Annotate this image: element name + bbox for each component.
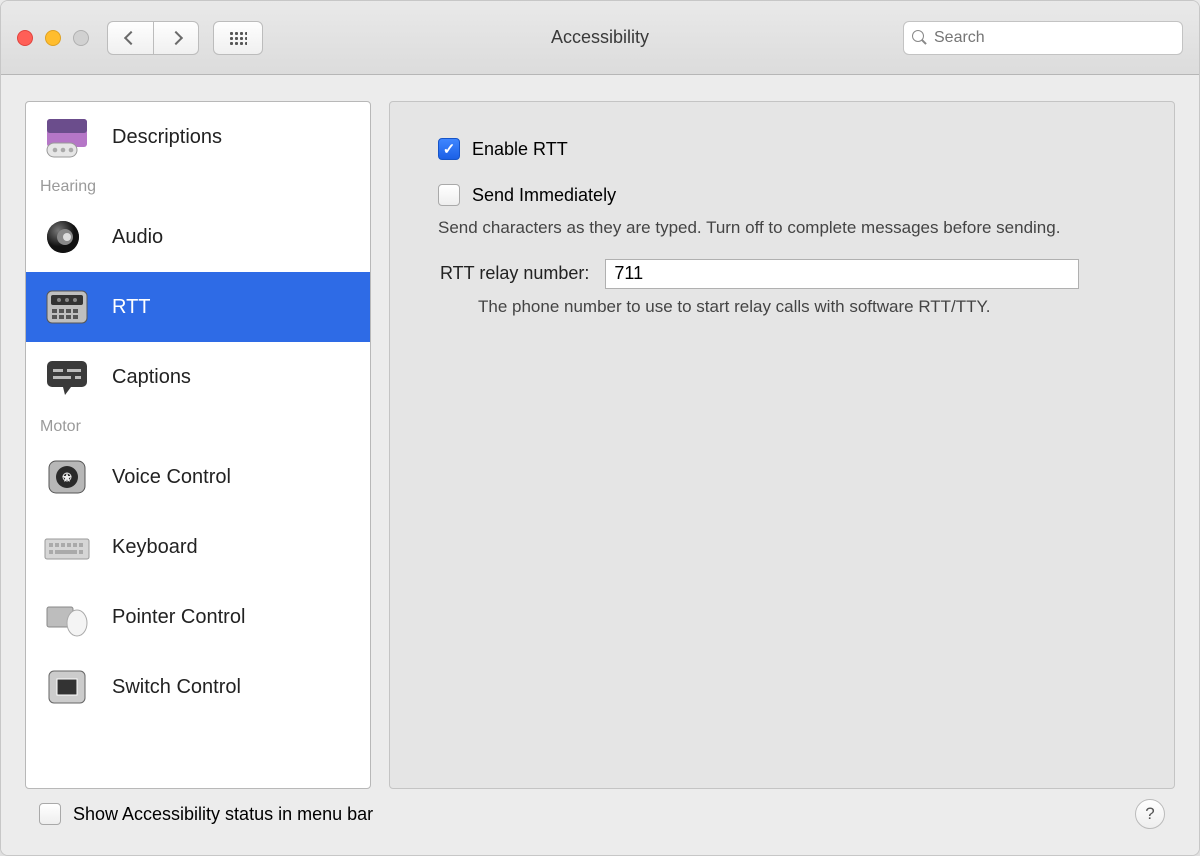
sidebar[interactable]: Descriptions Hearing Audio RTT bbox=[25, 101, 371, 789]
titlebar: Accessibility bbox=[1, 1, 1199, 75]
show-status-row: Show Accessibility status in menu bar bbox=[39, 803, 373, 825]
enable-rtt-row: Enable RTT bbox=[438, 138, 1126, 160]
sidebar-item-label: Captions bbox=[112, 366, 191, 389]
section-hearing: Hearing bbox=[26, 172, 370, 202]
footer: Show Accessibility status in menu bar ? bbox=[25, 789, 1175, 843]
sidebar-item-rtt[interactable]: RTT bbox=[26, 272, 370, 342]
help-button[interactable]: ? bbox=[1135, 799, 1165, 829]
sidebar-item-descriptions[interactable]: Descriptions bbox=[26, 102, 370, 172]
sidebar-item-label: Pointer Control bbox=[112, 606, 245, 629]
chevron-left-icon bbox=[123, 30, 137, 44]
sidebar-item-label: Audio bbox=[112, 226, 163, 249]
relay-number-input[interactable] bbox=[605, 259, 1079, 289]
sidebar-item-switch-control[interactable]: Switch Control bbox=[26, 652, 370, 722]
sidebar-item-label: Switch Control bbox=[112, 676, 241, 699]
show-status-label: Show Accessibility status in menu bar bbox=[73, 804, 373, 825]
forward-button[interactable] bbox=[153, 21, 199, 55]
pointer-control-icon bbox=[40, 594, 94, 640]
zoom-window-button[interactable] bbox=[73, 30, 89, 46]
enable-rtt-label: Enable RTT bbox=[472, 139, 568, 160]
switch-control-icon bbox=[40, 664, 94, 710]
minimize-window-button[interactable] bbox=[45, 30, 61, 46]
chevron-right-icon bbox=[169, 30, 183, 44]
search-input[interactable] bbox=[934, 29, 1174, 47]
send-immediately-description: Send characters as they are typed. Turn … bbox=[438, 216, 1078, 241]
search-field[interactable] bbox=[903, 21, 1183, 55]
sidebar-item-label: Keyboard bbox=[112, 536, 198, 559]
accessibility-window: Accessibility Descriptions Hearing bbox=[0, 0, 1200, 856]
sidebar-item-pointer-control[interactable]: Pointer Control bbox=[26, 582, 370, 652]
rtt-icon bbox=[40, 284, 94, 330]
sidebar-item-label: Voice Control bbox=[112, 466, 231, 489]
panels: Descriptions Hearing Audio RTT bbox=[25, 101, 1175, 789]
sidebar-item-captions[interactable]: Captions bbox=[26, 342, 370, 412]
traffic-lights bbox=[17, 30, 89, 46]
audio-icon bbox=[40, 214, 94, 260]
keyboard-icon bbox=[40, 524, 94, 570]
relay-number-hint: The phone number to use to start relay c… bbox=[478, 297, 1126, 317]
detail-panel: Enable RTT Send Immediately Send charact… bbox=[389, 101, 1175, 789]
show-status-checkbox[interactable] bbox=[39, 803, 61, 825]
sidebar-item-voice-control[interactable]: Voice Control bbox=[26, 442, 370, 512]
relay-number-label: RTT relay number: bbox=[440, 263, 589, 284]
section-motor: Motor bbox=[26, 412, 370, 442]
search-icon bbox=[912, 30, 928, 46]
captions-icon bbox=[40, 354, 94, 400]
content-area: Descriptions Hearing Audio RTT bbox=[1, 75, 1199, 855]
enable-rtt-checkbox[interactable] bbox=[438, 138, 460, 160]
back-button[interactable] bbox=[107, 21, 153, 55]
nav-buttons bbox=[107, 21, 199, 55]
sidebar-item-keyboard[interactable]: Keyboard bbox=[26, 512, 370, 582]
relay-number-row: RTT relay number: bbox=[440, 259, 1126, 289]
send-immediately-row: Send Immediately bbox=[438, 184, 1126, 206]
close-window-button[interactable] bbox=[17, 30, 33, 46]
send-immediately-label: Send Immediately bbox=[472, 185, 616, 206]
descriptions-icon bbox=[40, 114, 94, 160]
sidebar-item-label: Descriptions bbox=[112, 126, 222, 149]
send-immediately-checkbox[interactable] bbox=[438, 184, 460, 206]
sidebar-item-audio[interactable]: Audio bbox=[26, 202, 370, 272]
grid-icon bbox=[229, 31, 247, 45]
show-all-button[interactable] bbox=[213, 21, 263, 55]
voice-control-icon bbox=[40, 454, 94, 500]
sidebar-item-label: RTT bbox=[112, 296, 151, 319]
